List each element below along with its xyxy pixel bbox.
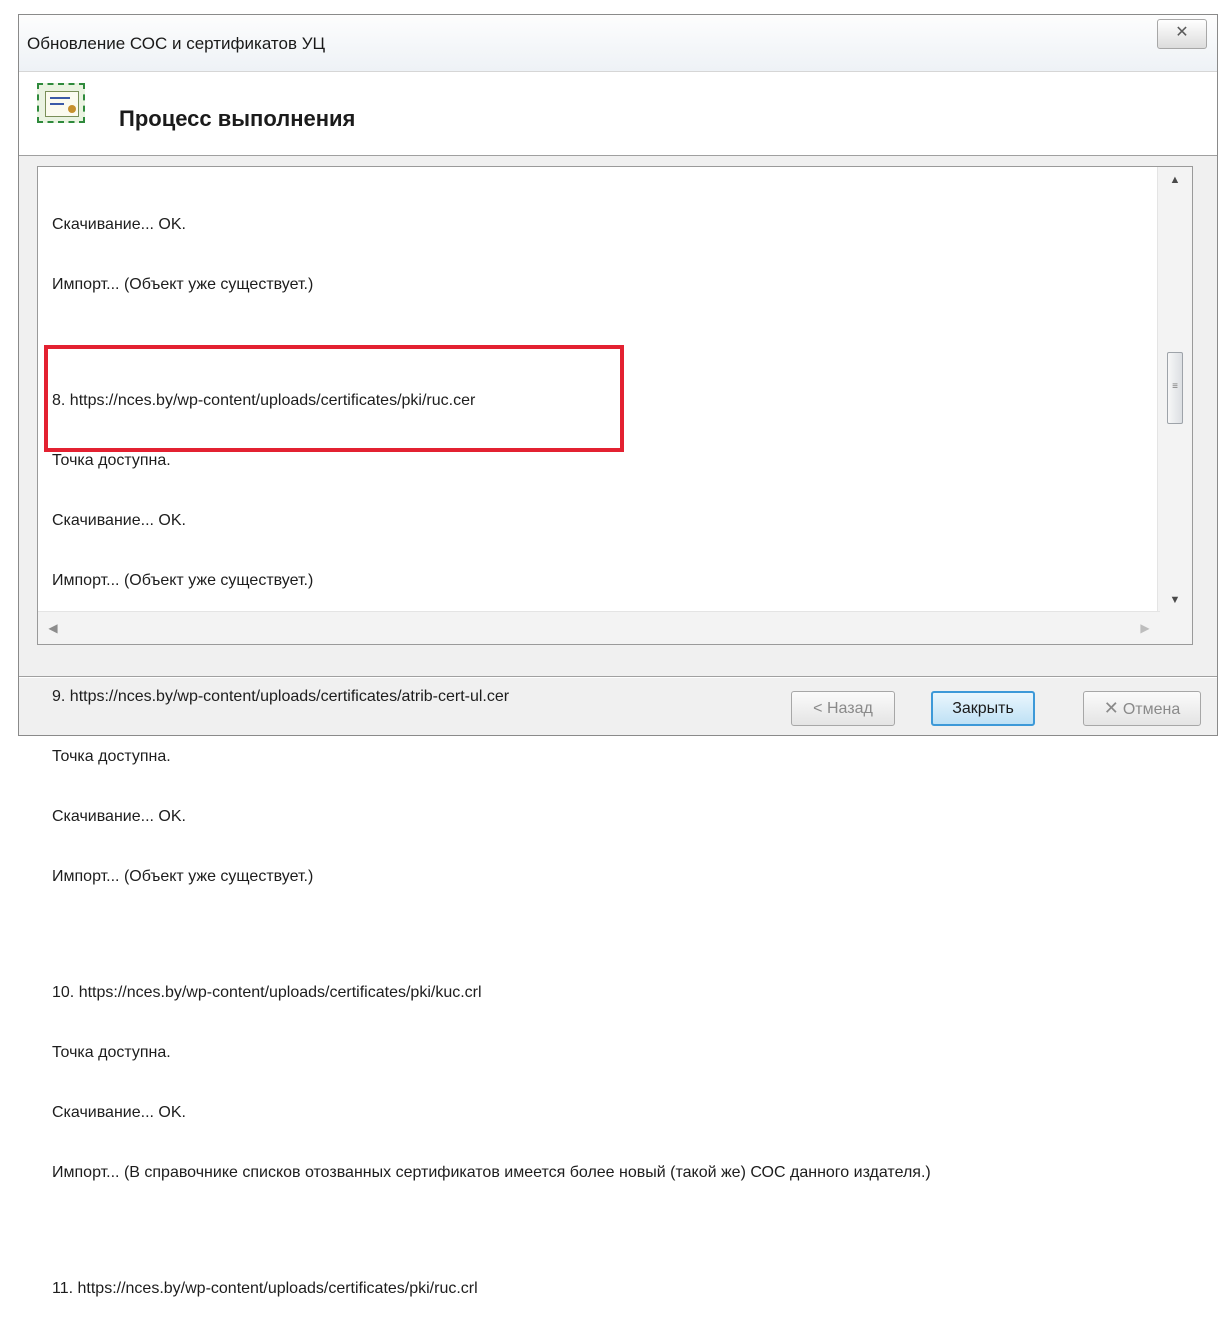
horizontal-scrollbar[interactable]: ◀ ▶ <box>38 611 1160 644</box>
log-line: Скачивание... OK. <box>52 512 186 529</box>
log-line: 11. https://nces.by/wp-content/uploads/c… <box>52 1280 478 1297</box>
progress-log[interactable]: Скачивание... OK. Импорт... (Объект уже … <box>37 166 1193 1297</box>
update-dialog: Обновление СОС и сертификатов УЦ ✕ Проце… <box>18 14 1218 1297</box>
log-line: 10. https://nces.by/wp-content/uploads/c… <box>52 984 482 1001</box>
cancel-button[interactable]: ✕ Отмена <box>1083 691 1201 726</box>
log-line: Скачивание... OK. <box>52 1104 186 1121</box>
title-bar[interactable]: Обновление СОС и сертификатов УЦ ✕ <box>19 15 1217 71</box>
log-line: Скачивание... OK. <box>52 808 186 825</box>
certificate-icon-seal <box>68 105 76 113</box>
scroll-left-arrow-icon[interactable]: ◀ <box>38 612 68 644</box>
log-line: Импорт... (Объект уже существует.) <box>52 868 314 885</box>
certificate-icon-line <box>50 97 70 99</box>
log-line: Скачивание... OK. <box>52 216 186 233</box>
close-window-button[interactable]: ✕ <box>1157 19 1207 49</box>
log-line: Импорт... (Объект уже существует.) <box>52 276 314 293</box>
log-blank-line <box>52 927 1172 943</box>
close-button[interactable]: Закрыть <box>931 691 1035 726</box>
vertical-scroll-thumb[interactable]: ≡ <box>1167 352 1183 424</box>
back-button[interactable]: < Назад <box>791 691 895 726</box>
window-title: Обновление СОС и сертификатов УЦ <box>27 34 326 53</box>
cancel-icon: ✕ <box>1103 698 1119 718</box>
wizard-header: Процесс выполнения <box>19 71 1217 156</box>
page-title: Процесс выполнения <box>119 106 356 131</box>
certificate-icon <box>37 83 85 123</box>
scroll-down-arrow-icon[interactable]: ▼ <box>1158 587 1192 613</box>
log-line: Точка доступна. <box>52 748 171 765</box>
scrollbar-corner <box>1158 612 1192 644</box>
close-icon: ✕ <box>1175 24 1189 41</box>
log-line: Импорт... (Объект уже существует.) <box>52 572 314 589</box>
vertical-scrollbar[interactable]: ▲ ≡ ▼ <box>1157 167 1192 613</box>
cancel-label: Отмена <box>1122 701 1181 718</box>
log-line: Импорт... (В справочнике списков отозван… <box>52 1164 931 1181</box>
log-line: Точка доступна. <box>52 1044 171 1061</box>
scroll-up-arrow-icon[interactable]: ▲ <box>1158 167 1192 193</box>
log-line: Точка доступна. <box>52 452 171 469</box>
highlight-annotation <box>44 345 624 452</box>
log-blank-line <box>52 1223 1172 1239</box>
certificate-icon-line <box>50 103 64 105</box>
footer-divider <box>19 676 1217 678</box>
scroll-right-arrow-icon[interactable]: ▶ <box>1130 612 1160 644</box>
